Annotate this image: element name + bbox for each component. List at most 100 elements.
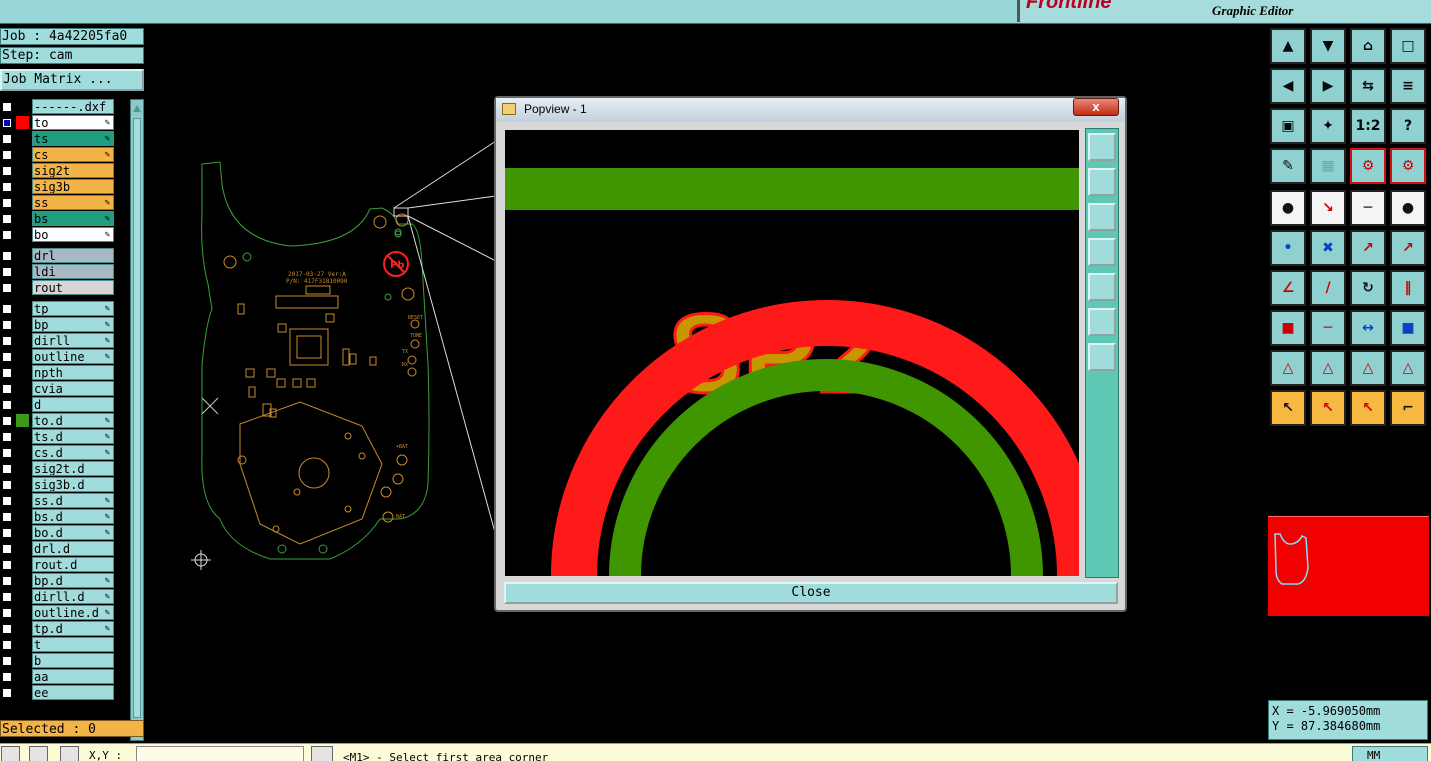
layer-checkbox[interactable] (2, 480, 12, 490)
layer-checkbox[interactable] (2, 496, 12, 506)
layer-row[interactable]: outline.d ✎ (0, 605, 118, 620)
palette-icon[interactable]: ✎ (1270, 148, 1306, 184)
layer-checkbox[interactable] (2, 336, 12, 346)
mirror-icon[interactable]: ‖ (1390, 270, 1426, 306)
layer-row[interactable]: sig3b (0, 179, 118, 194)
layer-color-swatch[interactable] (16, 116, 29, 129)
layer-row[interactable]: d (0, 397, 118, 412)
pv-left-icon[interactable] (1088, 238, 1116, 266)
layer-row[interactable]: ts ✎ (0, 131, 118, 146)
pan-left-icon[interactable]: ◀ (1270, 68, 1306, 104)
layer-row[interactable]: ts.d ✎ (0, 429, 118, 444)
layer-checkbox[interactable] (2, 528, 12, 538)
group-icon[interactable]: ■ (1390, 310, 1426, 346)
pv-zoom-icon[interactable] (1088, 343, 1116, 371)
resize-icon[interactable]: ↔ (1350, 310, 1386, 346)
layer-row[interactable]: outline ✎ (0, 349, 118, 364)
triangle-icon[interactable]: △ (1270, 350, 1306, 386)
layer-scrollbar[interactable] (130, 99, 144, 741)
layer-row[interactable]: to.d ✎ (0, 413, 118, 428)
layer-name[interactable]: tp.d ✎ (32, 621, 114, 636)
slash-icon[interactable]: / (1310, 270, 1346, 306)
line-icon[interactable]: ↘ (1310, 190, 1346, 226)
layer-name[interactable]: bs ✎ (32, 211, 114, 226)
copy-up-icon[interactable]: ▲ (1270, 28, 1306, 64)
layer-checkbox[interactable] (2, 640, 12, 650)
layer-row[interactable]: ss.d ✎ (0, 493, 118, 508)
layer-checkbox[interactable] (2, 592, 12, 602)
layer-name[interactable]: drl (32, 248, 114, 263)
layer-row[interactable]: sig2t.d (0, 461, 118, 476)
select-box-icon[interactable]: ↖ (1310, 390, 1346, 426)
layer-name[interactable]: bo.d ✎ (32, 525, 114, 540)
layer-name[interactable]: bo ✎ (32, 227, 114, 242)
layer-name[interactable]: tp ✎ (32, 301, 114, 316)
grid-icon[interactable]: ▦ (1310, 148, 1346, 184)
pv-copy-icon[interactable] (1088, 133, 1116, 161)
layer-row[interactable]: rout.d (0, 557, 118, 572)
layer-color-swatch[interactable] (16, 414, 29, 427)
layer-name[interactable]: sig3b.d (32, 477, 114, 492)
pv-right-icon[interactable] (1088, 273, 1116, 301)
layer-name[interactable]: ts.d ✎ (32, 429, 114, 444)
layer-checkbox[interactable] (2, 150, 12, 160)
layer-name[interactable]: drl.d (32, 541, 114, 556)
layer-checkbox[interactable] (2, 512, 12, 522)
layer-name[interactable]: cs.d ✎ (32, 445, 114, 460)
layer-row[interactable]: npth (0, 365, 118, 380)
layer-row[interactable]: aa (0, 669, 118, 684)
layer-row[interactable]: b (0, 653, 118, 668)
rotate-icon[interactable]: ↻ (1350, 270, 1386, 306)
add-pad-icon[interactable]: ■ (1270, 310, 1306, 346)
layer-checkbox[interactable] (2, 134, 12, 144)
layer-name[interactable]: rout.d (32, 557, 114, 572)
layer-checkbox[interactable] (2, 576, 12, 586)
connect-icon[interactable]: • (1270, 230, 1306, 266)
layer-checkbox[interactable] (2, 384, 12, 394)
layer-name[interactable]: npth (32, 365, 114, 380)
layer-checkbox[interactable] (2, 416, 12, 426)
layer-name[interactable]: aa (32, 669, 114, 684)
layer-row[interactable]: tp.d ✎ (0, 621, 118, 636)
layer-checkbox[interactable] (2, 267, 12, 277)
pan-right-icon[interactable]: ▶ (1310, 68, 1346, 104)
layer-row[interactable]: bo.d ✎ (0, 525, 118, 540)
layer-checkbox[interactable] (2, 688, 12, 698)
layer-name[interactable]: to.d ✎ (32, 413, 114, 428)
layer-row[interactable]: tp ✎ (0, 301, 118, 316)
scroll-up-icon[interactable] (133, 102, 141, 112)
layers-icon[interactable]: ⚙ (1390, 148, 1426, 184)
tool-a-icon[interactable] (1, 746, 20, 761)
layer-name[interactable]: ss ✎ (32, 195, 114, 210)
layer-name[interactable]: t (32, 637, 114, 652)
ruler-icon[interactable]: ─ (1350, 190, 1386, 226)
help-icon[interactable]: ? (1390, 108, 1426, 144)
layer-name[interactable]: outline.d ✎ (32, 605, 114, 620)
snap-icon[interactable]: ≡ (1390, 68, 1426, 104)
layer-checkbox[interactable] (2, 198, 12, 208)
layer-name[interactable]: outline ✎ (32, 349, 114, 364)
layer-checkbox[interactable] (2, 624, 12, 634)
triangle-up-icon[interactable]: △ (1310, 350, 1346, 386)
layer-row[interactable]: rout (0, 280, 118, 295)
pv-fit-icon[interactable] (1088, 308, 1116, 336)
layer-row[interactable]: to ✎ (0, 115, 118, 130)
layer-row[interactable]: cs ✎ (0, 147, 118, 162)
layer-name[interactable]: bs.d ✎ (32, 509, 114, 524)
layer-row[interactable]: bp ✎ (0, 317, 118, 332)
layer-checkbox[interactable] (2, 102, 12, 112)
pad-icon[interactable]: ● (1270, 190, 1306, 226)
layer-checkbox[interactable] (2, 400, 12, 410)
layer-checkbox[interactable] (2, 251, 12, 261)
select-diamond-icon[interactable]: ↖ (1350, 390, 1386, 426)
layer-name[interactable]: dirll ✎ (32, 333, 114, 348)
units-select[interactable]: MM (1352, 746, 1428, 761)
arrow-icon[interactable]: ↗ (1390, 230, 1426, 266)
layer-name[interactable]: bp.d ✎ (32, 573, 114, 588)
layer-name[interactable]: cvia (32, 381, 114, 396)
fit-icon[interactable]: ▣ (1270, 108, 1306, 144)
layer-row[interactable]: ldi (0, 264, 118, 279)
layer-name[interactable]: to ✎ (32, 115, 114, 130)
triangle-red-icon[interactable]: △ (1350, 350, 1386, 386)
ratio-icon[interactable]: 1:2 (1350, 108, 1386, 144)
